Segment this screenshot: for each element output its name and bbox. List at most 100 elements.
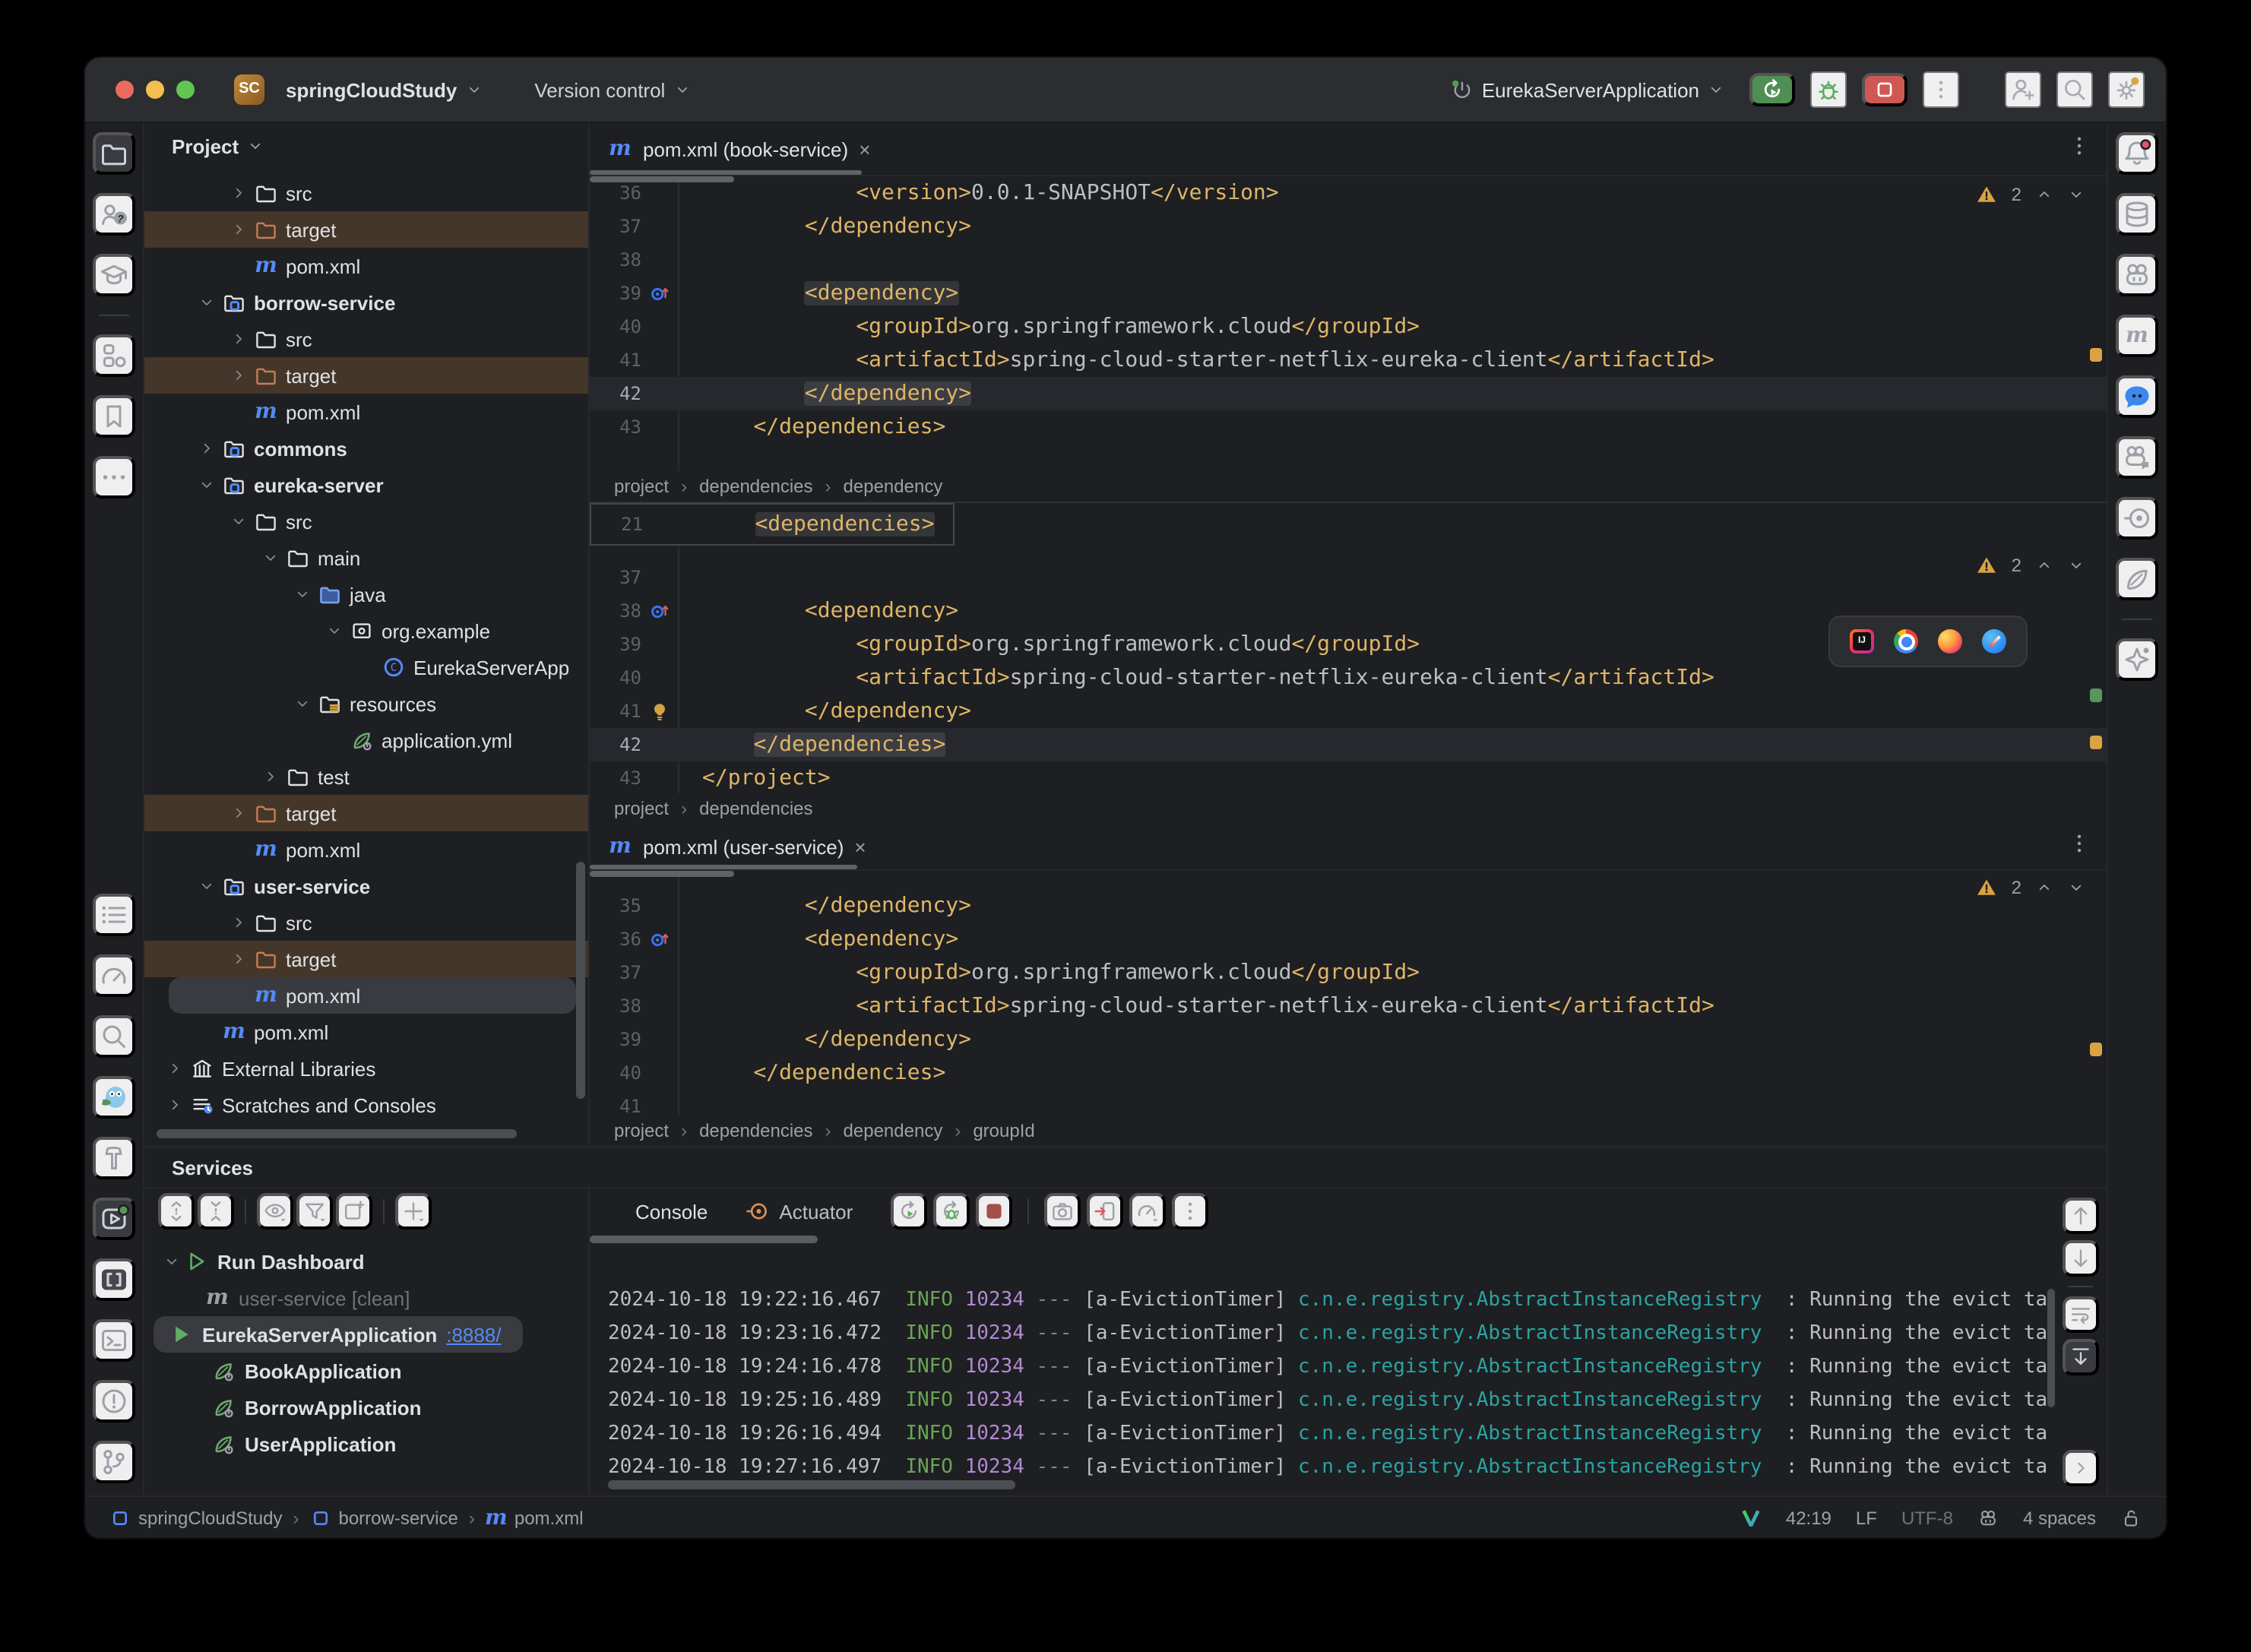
tree-item-eureka-server[interactable]: eureka-server xyxy=(144,467,588,503)
code-line-36[interactable]: 36 <version>0.0.1-SNAPSHOT</version> xyxy=(590,176,2107,210)
error-stripe-mark[interactable] xyxy=(2090,735,2102,749)
stripe-item-maven-tool[interactable]: m xyxy=(2116,315,2158,357)
tree-item-External-Libraries[interactable]: External Libraries xyxy=(144,1050,588,1087)
statusbar-widget-2[interactable]: LF xyxy=(1856,1507,1877,1528)
code-line-38[interactable]: 38 <artifactId>spring-cloud-starter-netf… xyxy=(590,989,2107,1023)
console-camera[interactable] xyxy=(1044,1193,1081,1230)
code-line-36[interactable]: 36 <dependency> xyxy=(590,923,2107,956)
statusbar-widget-1[interactable]: 42:19 xyxy=(1786,1507,1832,1528)
stripe-item-actuator-tool[interactable] xyxy=(2116,497,2158,540)
service-BookApplication[interactable]: BookApplication xyxy=(144,1353,588,1389)
code-line-38[interactable]: 38 xyxy=(590,243,2107,277)
stripe-item-chat-plugin[interactable] xyxy=(2116,375,2158,418)
tree-item-pom.xml[interactable]: m pom.xml xyxy=(144,977,588,1014)
tab-pom-user-service[interactable]: m pom.xml (user-service) × xyxy=(590,824,885,869)
breadcrumb-item[interactable]: dependency xyxy=(844,476,943,497)
code-line-39[interactable]: 39 <dependency> xyxy=(590,277,2107,310)
zoom-button[interactable] xyxy=(176,81,195,99)
svc-toolbar-collapse-all[interactable] xyxy=(198,1193,234,1230)
svc-toolbar-plus[interactable] xyxy=(395,1193,432,1230)
tree-item-pom.xml[interactable]: m pom.xml xyxy=(144,394,588,430)
stripe-item-project-tool[interactable] xyxy=(93,132,135,175)
code-line-41[interactable]: 41 </dependency> xyxy=(590,695,2107,728)
service-EurekaServerApplication[interactable]: EurekaServerApplication:8888/ xyxy=(144,1316,588,1353)
service-UserApplication[interactable]: UserApplication xyxy=(144,1426,588,1462)
firefox-icon[interactable] xyxy=(1938,629,1962,654)
stripe-item-assistant-plugin[interactable] xyxy=(2116,436,2158,479)
breadcrumb-item[interactable]: dependency xyxy=(844,1120,943,1141)
next-warning-icon[interactable] xyxy=(2067,556,2085,574)
code-line-37[interactable]: 37 <groupId>org.springframework.cloud</g… xyxy=(590,956,2107,989)
console-scroll-down[interactable] xyxy=(2063,1240,2099,1277)
tab-actuator[interactable]: Actuator xyxy=(729,1188,868,1234)
code-line-40[interactable]: 40 <groupId>org.springframework.cloud</g… xyxy=(590,310,2107,343)
statusbar-crumb-0[interactable]: springCloudStudy xyxy=(109,1507,282,1528)
prev-warning-icon[interactable] xyxy=(2035,878,2053,897)
tab-pom-book-service[interactable]: m pom.xml (book-service) × xyxy=(590,123,888,175)
tree-item-src[interactable]: src xyxy=(144,904,588,941)
statusbar-widget-4[interactable] xyxy=(1977,1507,1999,1528)
stripe-item-plugin-mascot[interactable] xyxy=(93,1076,135,1119)
svc-toolbar-filter[interactable] xyxy=(296,1193,333,1230)
stripe-item-spring-tool[interactable] xyxy=(2116,558,2158,600)
more-actions-button[interactable] xyxy=(1923,71,1959,108)
statusbar-widget-0[interactable] xyxy=(1740,1507,1762,1528)
project-vertical-scrollbar[interactable] xyxy=(576,862,585,1099)
code-line-42[interactable]: 42 </dependencies> xyxy=(590,728,2107,761)
sticky-line[interactable]: 21 <dependencies> xyxy=(590,503,955,546)
editor-hscrollbar[interactable] xyxy=(590,871,734,877)
stripe-item-find-tool[interactable] xyxy=(93,1015,135,1058)
console-rerun-green[interactable] xyxy=(891,1193,928,1230)
console-scroll-to-end[interactable] xyxy=(2063,1339,2099,1375)
tree-item-target[interactable]: target xyxy=(144,357,588,394)
statusbar-crumb-1[interactable]: borrow-service xyxy=(309,1507,458,1528)
console-stop-muted[interactable] xyxy=(976,1193,1013,1230)
console-top-scrollbar[interactable] xyxy=(590,1236,818,1243)
code-line-35[interactable]: 35 </dependency> xyxy=(590,889,2107,923)
stripe-item-problems-tool[interactable] xyxy=(93,1380,135,1423)
tree-item-pom.xml[interactable]: m pom.xml xyxy=(144,248,588,284)
code-line-39[interactable]: 39 </dependency> xyxy=(590,1023,2107,1056)
code-editor[interactable]: 35 </dependency> 36 <dependency> 37 <group… xyxy=(590,871,2107,1116)
next-warning-icon[interactable] xyxy=(2067,878,2085,897)
next-warning-icon[interactable] xyxy=(2067,185,2085,204)
stripe-item-ai-assistant[interactable] xyxy=(2116,638,2158,681)
breadcrumb-item[interactable]: dependencies xyxy=(699,476,812,497)
stripe-item-endpoints-tool[interactable] xyxy=(93,954,135,997)
error-stripe-mark[interactable] xyxy=(2090,1042,2102,1056)
stop-button[interactable] xyxy=(1862,73,1907,106)
code-line-37[interactable]: 37 </dependency> xyxy=(590,210,2107,243)
breadcrumb-item[interactable]: project xyxy=(614,476,669,497)
svc-toolbar-expand-all[interactable] xyxy=(158,1193,195,1230)
breadcrumb-item[interactable]: dependencies xyxy=(699,798,812,819)
inspection-widget[interactable]: 2 xyxy=(1977,184,2085,205)
statusbar-widget-5[interactable]: 4 spaces xyxy=(2023,1507,2096,1528)
stripe-item-ai-plugin[interactable] xyxy=(2116,254,2158,296)
console-gauge-caret[interactable] xyxy=(1129,1193,1167,1230)
breadcrumb-item[interactable]: groupId xyxy=(973,1120,1034,1141)
prev-warning-icon[interactable] xyxy=(2035,556,2053,574)
tree-item-main[interactable]: main xyxy=(144,540,588,576)
error-stripe-mark[interactable] xyxy=(2090,688,2102,703)
tree-item-pom.xml[interactable]: m pom.xml xyxy=(144,1014,588,1050)
close-icon[interactable]: × xyxy=(859,139,870,159)
service-Run-Dashboard[interactable]: Run Dashboard xyxy=(144,1243,588,1280)
code-line-37[interactable]: 37 xyxy=(590,561,2107,594)
statusbar-crumb-2[interactable]: m pom.xml xyxy=(485,1507,584,1528)
code-with-me-button[interactable] xyxy=(2005,71,2041,108)
stripe-item-services-tool[interactable] xyxy=(93,1198,135,1240)
code-editor[interactable]: 36 <version>0.0.1-SNAPSHOT</version> 37 <… xyxy=(590,176,2107,471)
code-line-41[interactable]: 41 xyxy=(590,1090,2107,1116)
editor-hscrollbar[interactable] xyxy=(590,176,734,182)
debug-button[interactable] xyxy=(1810,71,1847,108)
tab-options-button[interactable] xyxy=(2067,133,2091,165)
tree-item-resources[interactable]: resources xyxy=(144,685,588,722)
tree-item-src[interactable]: src xyxy=(144,503,588,540)
statusbar-widget-6[interactable] xyxy=(2120,1507,2142,1528)
inspection-widget[interactable]: 2 xyxy=(1977,555,2085,576)
tree-item-commons[interactable]: commons xyxy=(144,430,588,467)
svc-toolbar-tab-plus[interactable] xyxy=(336,1193,372,1230)
stripe-item-more-tools[interactable] xyxy=(93,456,135,498)
stripe-item-database-tool[interactable] xyxy=(2116,193,2158,236)
console-more-v[interactable] xyxy=(1172,1193,1209,1230)
